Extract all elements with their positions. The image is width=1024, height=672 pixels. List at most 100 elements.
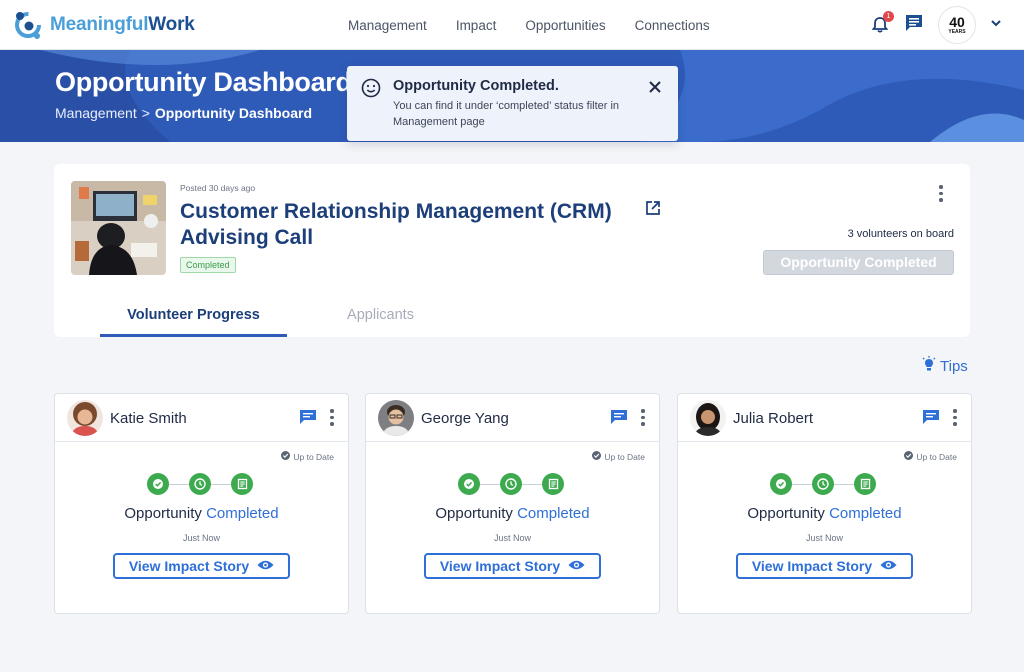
org-badge-number: 40 — [949, 14, 965, 30]
step-connector — [522, 483, 542, 485]
nav-link-connections[interactable]: Connections — [635, 18, 710, 33]
status-prefix: Opportunity — [435, 505, 513, 522]
volunteer-card-header: Katie Smith — [55, 394, 348, 442]
view-impact-story-button[interactable]: View Impact Story — [113, 553, 290, 579]
nav-link-impact[interactable]: Impact — [456, 18, 497, 33]
avatar — [67, 400, 103, 436]
notification-badge: 1 — [883, 11, 894, 22]
lightbulb-icon — [922, 356, 936, 376]
step-check-icon — [147, 473, 169, 495]
tips-link[interactable]: Tips — [922, 356, 968, 376]
breadcrumb-separator: > — [141, 105, 150, 121]
volunteer-card: Katie Smith Up to Date Opportunity Compl… — [54, 393, 349, 614]
breadcrumb-management[interactable]: Management — [55, 105, 137, 121]
status-prefix: Opportunity — [747, 505, 825, 522]
tab-volunteer-progress[interactable]: Volunteer Progress — [100, 301, 287, 337]
avatar — [690, 400, 726, 436]
opportunity-completed-button: Opportunity Completed — [763, 250, 954, 275]
eye-icon — [257, 558, 274, 574]
posted-time: Posted 30 days ago — [180, 183, 256, 193]
status-word: Completed — [517, 505, 590, 522]
step-story-icon — [542, 473, 564, 495]
logo-mark-icon — [12, 9, 44, 41]
opportunity-photo — [71, 181, 166, 275]
toast-title: Opportunity Completed. — [393, 78, 559, 94]
more-options-icon[interactable] — [330, 409, 334, 426]
messages-icon[interactable] — [904, 13, 924, 38]
sync-status: Up to Date — [904, 451, 957, 462]
step-story-icon — [854, 473, 876, 495]
status-word: Completed — [829, 505, 902, 522]
notification-bell-icon[interactable]: 1 — [870, 11, 894, 35]
step-check-icon — [458, 473, 480, 495]
top-navigation: MeaningfulWork Management Impact Opportu… — [0, 0, 1024, 50]
sync-status-label: Up to Date — [293, 451, 334, 462]
chat-icon[interactable] — [610, 409, 628, 430]
view-impact-story-label: View Impact Story — [439, 558, 561, 574]
view-impact-story-button[interactable]: View Impact Story — [736, 553, 913, 579]
volunteer-name[interactable]: Katie Smith — [110, 410, 187, 427]
status-word: Completed — [206, 505, 279, 522]
volunteer-status: Opportunity Completed — [678, 505, 971, 522]
org-badge-text: YEARS — [948, 29, 966, 35]
volunteer-name[interactable]: Julia Robert — [733, 410, 813, 427]
breadcrumb-current: Opportunity Dashboard — [154, 105, 313, 121]
volunteer-count: 3 volunteers on board — [847, 228, 954, 240]
step-clock-icon — [500, 473, 522, 495]
nav-link-management[interactable]: Management — [348, 18, 427, 33]
status-time: Just Now — [182, 533, 220, 543]
volunteer-card-header: George Yang — [366, 394, 659, 442]
step-connector — [792, 483, 812, 485]
nav-right: 1 40 YEARS — [870, 6, 1002, 44]
step-check-icon — [770, 473, 792, 495]
more-options-icon[interactable] — [939, 185, 943, 202]
step-connector — [211, 483, 231, 485]
step-clock-icon — [189, 473, 211, 495]
avatar — [378, 400, 414, 436]
brand-logo[interactable]: MeaningfulWork — [12, 9, 195, 41]
status-time: Just Now — [805, 533, 843, 543]
success-toast: Opportunity Completed. You can find it u… — [347, 66, 678, 141]
eye-icon — [568, 558, 585, 574]
smiley-icon — [361, 78, 381, 103]
check-circle-icon — [592, 451, 602, 462]
opportunity-title: Customer Relationship Management (CRM) A… — [180, 200, 612, 249]
page-title: Opportunity Dashboard — [55, 67, 352, 97]
view-impact-story-label: View Impact Story — [128, 558, 250, 574]
close-icon[interactable] — [648, 80, 662, 99]
nav-link-opportunities[interactable]: Opportunities — [525, 18, 605, 33]
more-options-icon[interactable] — [953, 409, 957, 426]
volunteer-status: Opportunity Completed — [55, 505, 348, 522]
progress-steps — [458, 473, 568, 495]
chevron-down-icon[interactable] — [990, 16, 1002, 34]
breadcrumb: Management > Opportunity Dashboard — [55, 105, 312, 121]
view-impact-story-button[interactable]: View Impact Story — [424, 553, 601, 579]
progress-steps — [147, 473, 257, 495]
volunteer-name[interactable]: George Yang — [421, 410, 509, 427]
step-story-icon — [231, 473, 253, 495]
view-impact-story-label: View Impact Story — [751, 558, 873, 574]
more-options-icon[interactable] — [641, 409, 645, 426]
volunteer-card: George Yang Up to Date Opportunity Compl… — [365, 393, 660, 614]
chat-icon[interactable] — [299, 409, 317, 430]
sync-status-label: Up to Date — [916, 451, 957, 462]
status-badge: Completed — [180, 257, 236, 273]
status-prefix: Opportunity — [124, 505, 202, 522]
org-avatar[interactable]: 40 YEARS — [938, 6, 976, 44]
tips-label: Tips — [940, 357, 968, 375]
sync-status: Up to Date — [592, 451, 645, 462]
tab-applicants[interactable]: Applicants — [287, 301, 474, 337]
opportunity-card: Posted 30 days ago Customer Relationship… — [54, 164, 970, 337]
progress-steps — [770, 473, 880, 495]
chat-icon[interactable] — [922, 409, 940, 430]
sync-status: Up to Date — [281, 451, 334, 462]
check-circle-icon — [904, 451, 914, 462]
step-clock-icon — [812, 473, 834, 495]
status-time: Just Now — [493, 533, 531, 543]
brand-name: MeaningfulWork — [50, 14, 195, 35]
eye-icon — [880, 558, 897, 574]
external-link-icon[interactable] — [645, 200, 661, 221]
main-nav: Management Impact Opportunities Connecti… — [348, 0, 710, 50]
volunteer-status: Opportunity Completed — [366, 505, 659, 522]
step-connector — [169, 483, 189, 485]
